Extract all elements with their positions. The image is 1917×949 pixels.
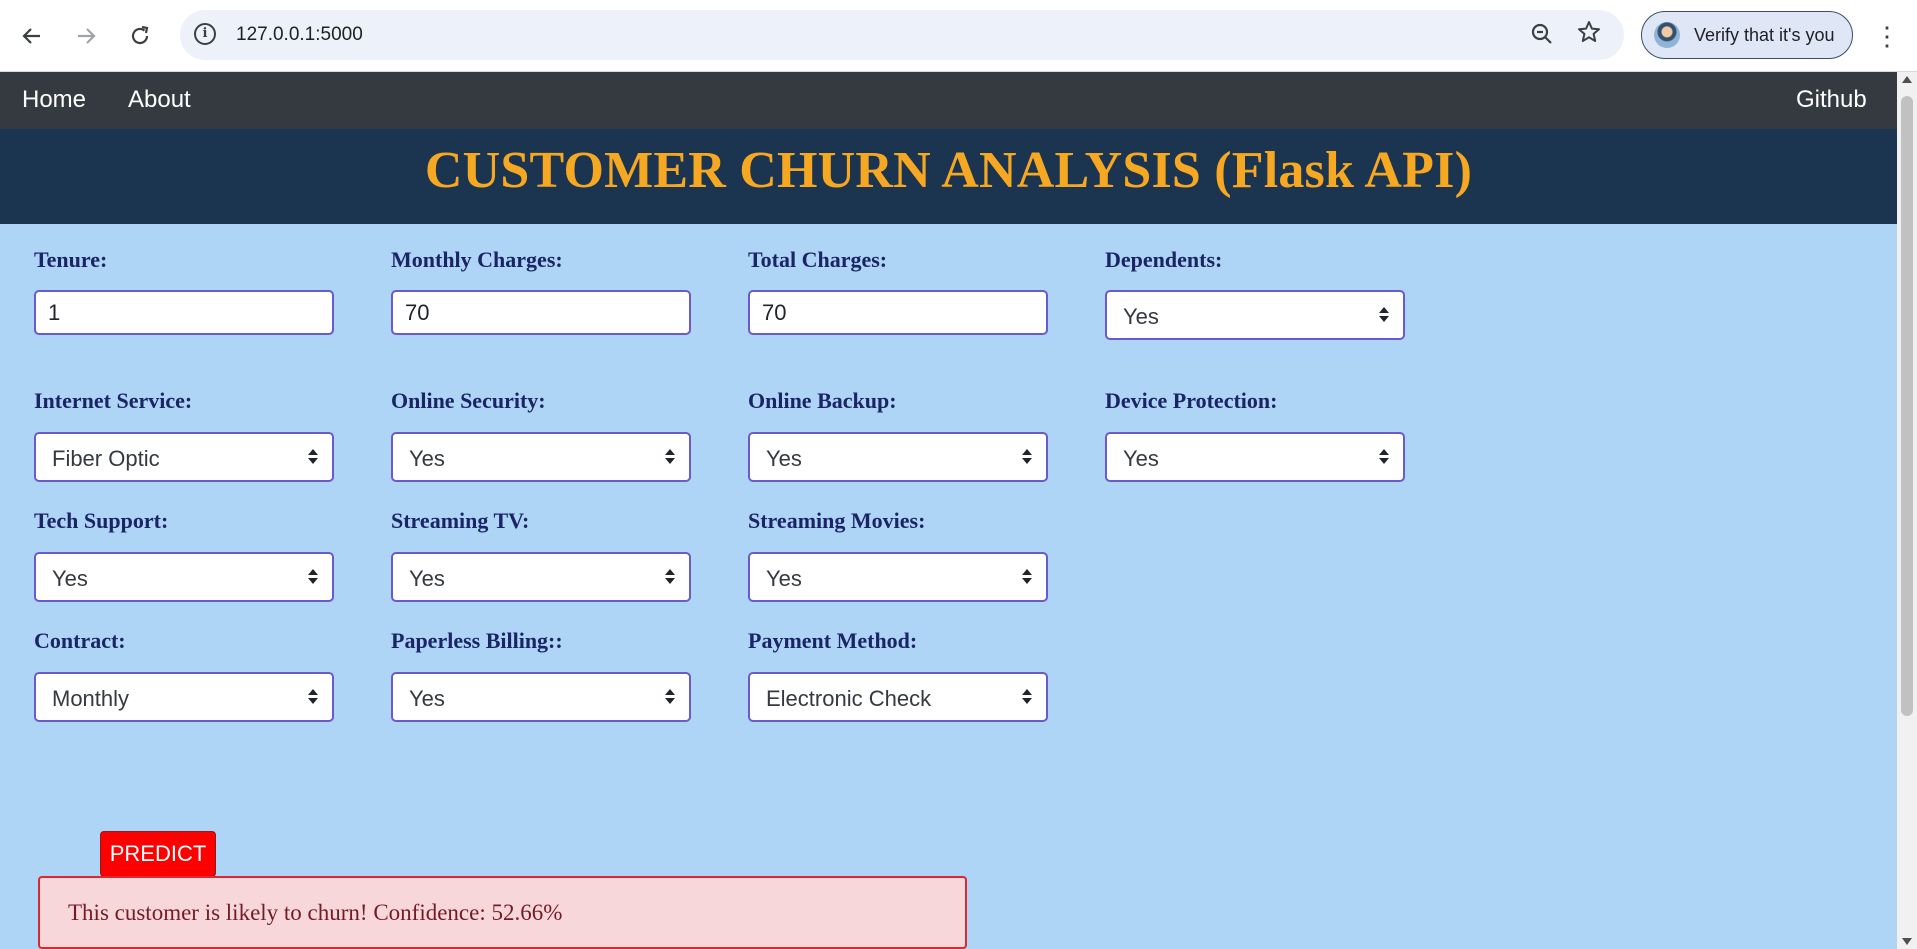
nav-github-link[interactable]: Github (1796, 86, 1867, 114)
online-security-select[interactable]: Yes (391, 432, 691, 482)
page-banner: CUSTOMER CHURN ANALYSIS (Flask API) (0, 129, 1897, 224)
streaming-movies-field: Streaming Movies: Yes (748, 508, 1048, 602)
select-arrows-icon (1379, 305, 1389, 325)
device-protection-value: Yes (1123, 446, 1159, 471)
select-arrows-icon (308, 687, 318, 707)
total-charges-label: Total Charges: (748, 247, 888, 272)
contract-label: Contract: (34, 628, 126, 653)
profile-label: Verify that it's you (1694, 25, 1835, 45)
back-button[interactable] (14, 18, 50, 54)
contract-select[interactable]: Monthly (34, 672, 334, 722)
dependents-value: Yes (1123, 304, 1159, 329)
scrollbar-thumb[interactable] (1901, 96, 1913, 716)
avatar (1654, 22, 1680, 48)
online-backup-label: Online Backup: (748, 388, 897, 413)
payment-method-select[interactable]: Electronic Check (748, 672, 1048, 722)
streaming-movies-label: Streaming Movies: (748, 508, 926, 533)
device-protection-select[interactable]: Yes (1105, 432, 1405, 482)
online-backup-field: Online Backup: Yes (748, 388, 1048, 482)
dependents-field: Dependents: Yes (1105, 247, 1405, 340)
monthly-charges-label: Monthly Charges: (391, 247, 563, 272)
tech-support-select[interactable]: Yes (34, 552, 334, 602)
online-security-value: Yes (409, 446, 445, 471)
tech-support-field: Tech Support: Yes (34, 508, 334, 602)
top-navbar: Home About Github (0, 72, 1897, 129)
page-scrollbar[interactable] (1897, 72, 1917, 949)
prediction-result-text: This customer is likely to churn! Confid… (68, 900, 563, 925)
kebab-menu-icon[interactable]: ⋮ (1872, 18, 1902, 54)
total-charges-input[interactable] (748, 290, 1048, 335)
device-protection-field: Device Protection: Yes (1105, 388, 1405, 482)
select-arrows-icon (1379, 447, 1389, 467)
tech-support-label: Tech Support: (34, 508, 169, 533)
select-arrows-icon (665, 447, 675, 467)
scroll-down-arrow-icon[interactable] (1902, 938, 1912, 945)
select-arrows-icon (308, 447, 318, 467)
select-arrows-icon (1022, 687, 1032, 707)
dependents-label: Dependents: (1105, 247, 1223, 272)
predict-button[interactable]: PREDICT (100, 831, 216, 877)
nav-about-link[interactable]: About (128, 86, 191, 114)
select-arrows-icon (665, 687, 675, 707)
profile-chip[interactable]: Verify that it's you (1641, 11, 1853, 59)
reload-icon (131, 25, 149, 45)
address-bar[interactable]: i 127.0.0.1:5000 (180, 10, 1624, 60)
browser-toolbar: i 127.0.0.1:5000 Verify that it's you ⋮ (0, 0, 1917, 72)
zoom-icon[interactable] (1530, 22, 1554, 46)
internet-service-select[interactable]: Fiber Optic (34, 432, 334, 482)
device-protection-label: Device Protection: (1105, 388, 1278, 413)
select-arrows-icon (1022, 567, 1032, 587)
payment-method-field: Payment Method: Electronic Check (748, 628, 1048, 722)
tenure-label: Tenure: (34, 247, 108, 272)
tenure-input[interactable] (34, 290, 334, 335)
contract-value: Monthly (52, 686, 130, 711)
streaming-movies-select[interactable]: Yes (748, 552, 1048, 602)
address-url[interactable]: 127.0.0.1:5000 (236, 24, 363, 46)
streaming-tv-label: Streaming TV: (391, 508, 530, 533)
page-viewport: Home About Github CUSTOMER CHURN ANALYSI… (0, 72, 1897, 949)
select-arrows-icon (1022, 447, 1032, 467)
forward-button[interactable] (68, 18, 104, 54)
payment-method-value: Electronic Check (766, 686, 932, 711)
monthly-charges-input[interactable] (391, 290, 691, 335)
select-arrows-icon (308, 567, 318, 587)
internet-service-label: Internet Service: (34, 388, 193, 413)
streaming-tv-value: Yes (409, 566, 445, 591)
tenure-field: Tenure: (34, 247, 334, 335)
info-icon[interactable]: i (194, 23, 216, 45)
reload-button[interactable] (122, 18, 158, 54)
prediction-result-alert: This customer is likely to churn! Confid… (38, 876, 967, 949)
page-title: CUSTOMER CHURN ANALYSIS (Flask API) (424, 142, 1473, 199)
online-backup-select[interactable]: Yes (748, 432, 1048, 482)
internet-service-field: Internet Service: Fiber Optic (34, 388, 334, 482)
online-security-label: Online Security: (391, 388, 546, 413)
arrow-left-icon (22, 28, 40, 44)
total-charges-field: Total Charges: (748, 247, 1048, 335)
monthly-charges-field: Monthly Charges: (391, 247, 691, 335)
star-icon[interactable] (1576, 19, 1602, 45)
paperless-billing-select[interactable]: Yes (391, 672, 691, 722)
streaming-tv-select[interactable]: Yes (391, 552, 691, 602)
select-arrows-icon (665, 567, 675, 587)
paperless-billing-field: Paperless Billing:: Yes (391, 628, 691, 722)
online-backup-value: Yes (766, 446, 802, 471)
streaming-movies-value: Yes (766, 566, 802, 591)
dependents-select[interactable]: Yes (1105, 290, 1405, 340)
nav-home-link[interactable]: Home (22, 86, 86, 114)
contract-field: Contract: Monthly (34, 628, 334, 722)
arrow-right-icon (78, 28, 96, 44)
paperless-billing-value: Yes (409, 686, 445, 711)
paperless-billing-label: Paperless Billing:: (391, 628, 563, 653)
payment-method-label: Payment Method: (748, 628, 918, 653)
online-security-field: Online Security: Yes (391, 388, 691, 482)
internet-service-value: Fiber Optic (52, 446, 160, 471)
streaming-tv-field: Streaming TV: Yes (391, 508, 691, 602)
scroll-up-arrow-icon[interactable] (1902, 76, 1912, 83)
tech-support-value: Yes (52, 566, 88, 591)
